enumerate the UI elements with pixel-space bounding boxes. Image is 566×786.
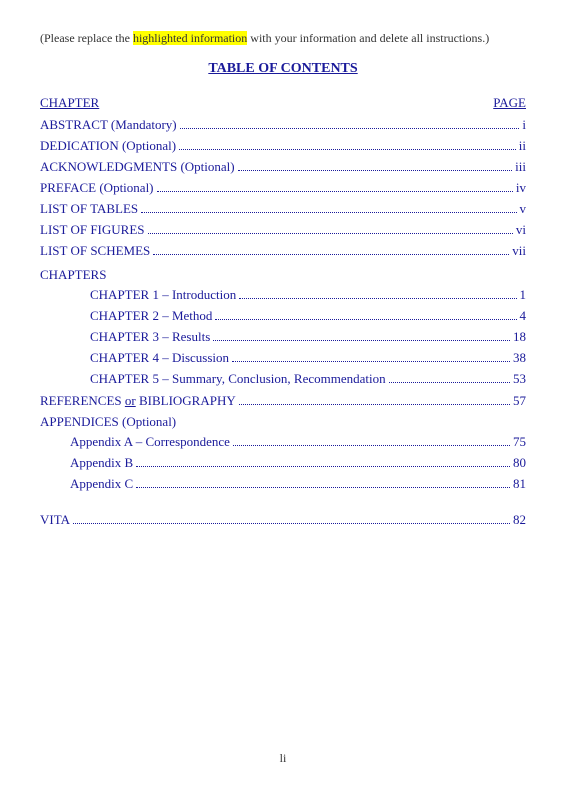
toc-label-chapter2: CHAPTER 2 – Method <box>90 308 212 324</box>
toc-label-chapter5: CHAPTER 5 – Summary, Conclusion, Recomme… <box>90 371 386 387</box>
highlighted-text: highlighted information <box>133 31 247 45</box>
toc-label-chapter3: CHAPTER 3 – Results <box>90 329 210 345</box>
toc-dots <box>233 445 510 446</box>
toc-dots <box>239 404 510 405</box>
toc-page-appendix-b: 80 <box>513 455 526 471</box>
toc-dots <box>180 128 520 129</box>
toc-page-chapter4: 38 <box>513 350 526 366</box>
page: (Please replace the highlighted informat… <box>0 0 566 786</box>
toc-label-dedication: DEDICATION (Optional) <box>40 138 176 154</box>
toc-row-preface: PREFACE (Optional) iv <box>40 180 526 196</box>
toc-page-abstract: i <box>522 117 526 133</box>
toc-page-vita: 82 <box>513 512 526 528</box>
toc-page-chapter1: 1 <box>520 287 527 303</box>
toc-label-references: REFERENCES or BIBLIOGRAPHY <box>40 393 236 409</box>
toc-label-appendix-c: Appendix C <box>70 476 133 492</box>
toc-page-dedication: ii <box>519 138 526 154</box>
toc-row-references: REFERENCES or BIBLIOGRAPHY 57 <box>40 393 526 409</box>
toc-label-appendix-a: Appendix A – Correspondence <box>70 434 230 450</box>
toc-label-list-schemes: LIST OF SCHEMES <box>40 243 150 259</box>
toc-row-abstract: ABSTRACT (Mandatory) i <box>40 117 526 133</box>
instruction-text: (Please replace the highlighted informat… <box>40 30 526 47</box>
toc-dots <box>239 298 516 299</box>
toc-page-references: 57 <box>513 393 526 409</box>
page-number: li <box>0 751 566 766</box>
toc-row-list-figures: LIST OF FIGURES vi <box>40 222 526 238</box>
toc-row-chapter4: CHAPTER 4 – Discussion 38 <box>40 350 526 366</box>
toc-dots <box>232 361 510 362</box>
toc-dots <box>157 191 513 192</box>
toc-dots <box>238 170 513 171</box>
toc-dots <box>136 487 510 488</box>
toc-row-chapter1: CHAPTER 1 – Introduction 1 <box>40 287 526 303</box>
toc-row-list-tables: LIST OF TABLES v <box>40 201 526 217</box>
toc-dots <box>179 149 516 150</box>
toc-page-preface: iv <box>516 180 526 196</box>
toc-row-acknowledgments: ACKNOWLEDGMENTS (Optional) iii <box>40 159 526 175</box>
toc-label-acknowledgments: ACKNOWLEDGMENTS (Optional) <box>40 159 235 175</box>
toc-label-chapter4: CHAPTER 4 – Discussion <box>90 350 229 366</box>
toc-dots <box>73 523 510 524</box>
toc-label-vita: VITA <box>40 512 70 528</box>
toc-row-appendix-a: Appendix A – Correspondence 75 <box>40 434 526 450</box>
toc-page-chapter3: 18 <box>513 329 526 345</box>
toc-row-appendix-c: Appendix C 81 <box>40 476 526 492</box>
toc-row-chapter3: CHAPTER 3 – Results 18 <box>40 329 526 345</box>
toc-title: TABLE OF CONTENTS <box>40 61 526 77</box>
toc-label-abstract: ABSTRACT (Mandatory) <box>40 117 177 133</box>
toc-label-appendix-b: Appendix B <box>70 455 133 471</box>
toc-dots <box>215 319 516 320</box>
toc-header: CHAPTER PAGE <box>40 95 526 111</box>
toc-row-chapter2: CHAPTER 2 – Method 4 <box>40 308 526 324</box>
toc-page-acknowledgments: iii <box>515 159 526 175</box>
toc-dots <box>136 466 510 467</box>
toc-row-vita: VITA 82 <box>40 512 526 528</box>
toc-page-list-schemes: vii <box>512 243 526 259</box>
toc-label-list-figures: LIST OF FIGURES <box>40 222 145 238</box>
chapter-header-label: CHAPTER <box>40 95 99 111</box>
toc-dots <box>153 254 509 255</box>
toc-page-chapter2: 4 <box>520 308 527 324</box>
toc-dots <box>141 212 516 213</box>
toc-page-list-figures: vi <box>516 222 526 238</box>
chapters-section-label: CHAPTERS <box>40 267 526 283</box>
toc-dots <box>389 382 510 383</box>
toc-page-chapter5: 53 <box>513 371 526 387</box>
toc-label-list-tables: LIST OF TABLES <box>40 201 138 217</box>
appendices-section-label: APPENDICES (Optional) <box>40 414 526 430</box>
toc-row-list-schemes: LIST OF SCHEMES vii <box>40 243 526 259</box>
toc-page-list-tables: v <box>520 201 527 217</box>
toc-label-chapter1: CHAPTER 1 – Introduction <box>90 287 236 303</box>
toc-page-appendix-a: 75 <box>513 434 526 450</box>
toc-row-dedication: DEDICATION (Optional) ii <box>40 138 526 154</box>
toc-row-chapter5: CHAPTER 5 – Summary, Conclusion, Recomme… <box>40 371 526 387</box>
toc-row-appendix-b: Appendix B 80 <box>40 455 526 471</box>
toc-dots <box>148 233 513 234</box>
toc-label-preface: PREFACE (Optional) <box>40 180 154 196</box>
toc-dots <box>213 340 510 341</box>
page-header-label: PAGE <box>493 95 526 111</box>
toc-page-appendix-c: 81 <box>513 476 526 492</box>
